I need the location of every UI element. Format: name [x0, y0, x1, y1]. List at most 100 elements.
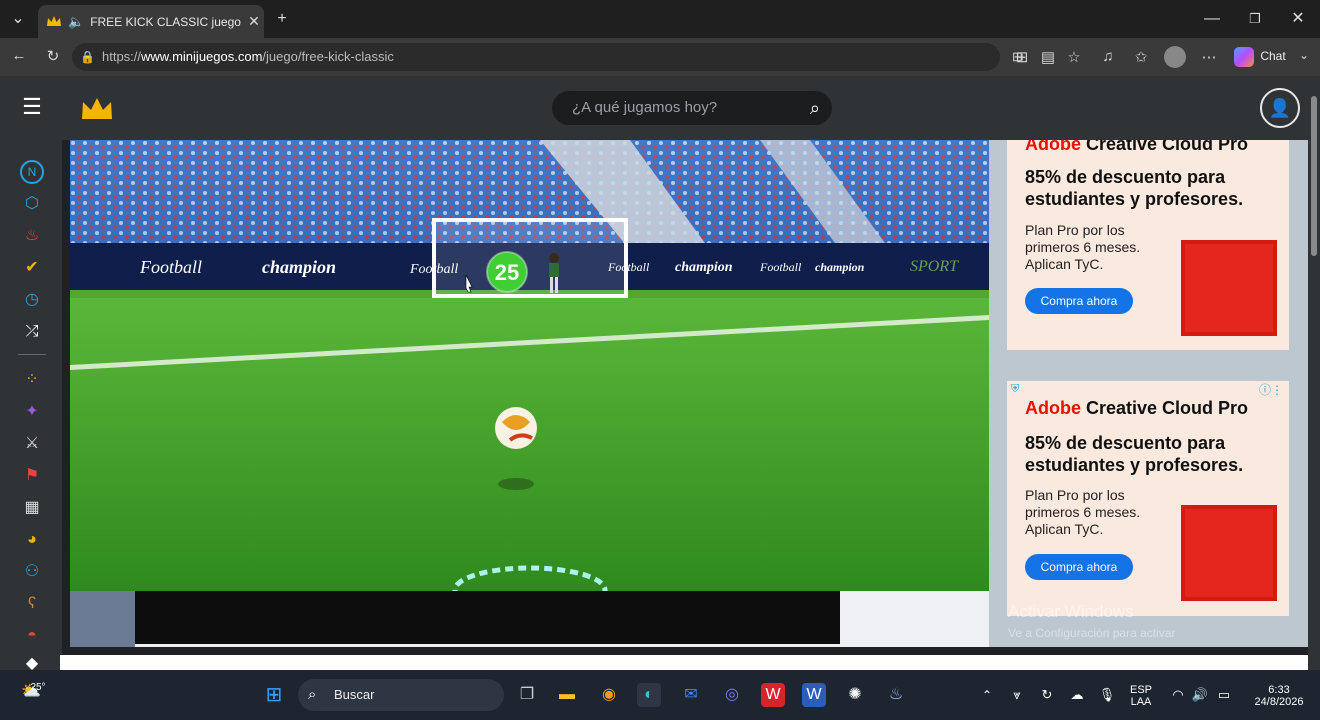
board-champion-1: champion: [262, 257, 336, 277]
back-icon[interactable]: ←: [8, 47, 30, 64]
hexagon-icon[interactable]: ⬡: [20, 192, 44, 216]
ad-1-illustration: [1181, 240, 1277, 336]
site-search-input[interactable]: ¿A qué jugamos hoy? ⌕: [552, 91, 832, 125]
tray-sync-icon[interactable]: ↻: [1035, 683, 1059, 707]
crown-icon: [47, 15, 61, 26]
site-logo-crown-icon[interactable]: [80, 96, 114, 122]
search-placeholder: ¿A qué jugamos hoy?: [572, 99, 718, 116]
tab-title: FREE KICK CLASSIC juego gra: [90, 14, 244, 29]
more-menu-icon[interactable]: ⋯: [1199, 48, 1219, 66]
board-champion-3: champion: [815, 260, 865, 274]
favorites-icon[interactable]: ✩: [1131, 48, 1151, 66]
flame-icon[interactable]: ♨: [20, 224, 44, 248]
ad-shield-icon: ⛨: [1011, 383, 1020, 395]
task-view-icon[interactable]: ❐: [515, 683, 539, 707]
game-canvas[interactable]: Football champion Football Football cham…: [70, 140, 989, 591]
edge-browser-icon[interactable]: ◐: [637, 683, 661, 707]
chat-chevron-icon[interactable]: ⌄: [1296, 48, 1312, 62]
puzzle-icon[interactable]: ✦: [20, 400, 44, 424]
below-game-area: [70, 591, 989, 647]
maximize-icon[interactable]: ❐: [1241, 6, 1269, 32]
ad-2-cta-button[interactable]: Compra ahora: [1025, 554, 1133, 580]
hamburger-menu-icon[interactable]: ☰: [20, 94, 44, 120]
ad-column: Adobe Creative Cloud Pro 85% de descuent…: [989, 140, 1308, 647]
chat-label[interactable]: Chat: [1258, 49, 1288, 63]
tray-chevron-icon[interactable]: ⌃: [975, 683, 999, 707]
profile-avatar[interactable]: [1164, 46, 1186, 68]
steam-icon[interactable]: ♨: [884, 683, 908, 707]
soccer-ball[interactable]: [495, 407, 537, 449]
app-ring-icon[interactable]: ◎: [720, 683, 744, 707]
category-sidebar: N ⬡ ♨ ✔ ◷ ⤮ ⁘ ✦ ⚔ ⚑ ▦ ◕ ⚇ ʕ ◓ ◆: [0, 140, 62, 672]
wps-icon[interactable]: W: [761, 683, 785, 707]
compass-icon[interactable]: ◷: [20, 288, 44, 312]
user-account-icon[interactable]: 👤: [1260, 88, 1300, 128]
volume-icon[interactable]: 🔊: [1188, 683, 1212, 707]
activate-windows-subtitle: Ve a Configuración para activar: [1008, 626, 1176, 640]
page-scrollbar[interactable]: [1308, 76, 1320, 670]
ad-card-1[interactable]: Adobe Creative Cloud Pro 85% de descuent…: [1007, 140, 1289, 350]
reader-icon[interactable]: ▤: [1038, 48, 1058, 66]
tab-close-icon[interactable]: ✕: [244, 13, 264, 30]
taskbar-search[interactable]: ⌕ Buscar: [298, 679, 504, 711]
new-tab-icon[interactable]: +: [268, 6, 296, 32]
window-close-icon[interactable]: ✕: [1284, 6, 1312, 32]
weather-temp: 25°: [30, 682, 46, 693]
start-windows-icon[interactable]: ⊞: [262, 683, 286, 707]
tray-app-icon[interactable]: ⩔: [1005, 683, 1029, 707]
dots-icon[interactable]: ⁘: [20, 368, 44, 392]
ad-info-icon[interactable]: ⓘ⋮: [1259, 381, 1283, 398]
minimize-icon[interactable]: —: [1198, 6, 1226, 32]
favorite-star-icon[interactable]: ☆: [1064, 48, 1084, 66]
url-domain: www.minijuegos.com: [141, 49, 263, 64]
flag-icon[interactable]: ⚑: [20, 464, 44, 488]
file-explorer-icon[interactable]: ▬: [555, 683, 579, 707]
app-orange-icon[interactable]: ◉: [597, 683, 621, 707]
reload-icon[interactable]: ↻: [42, 47, 64, 65]
bear-icon[interactable]: ʕ: [20, 592, 44, 616]
tray-cloud-icon[interactable]: ☁: [1065, 683, 1089, 707]
tab-list-icon[interactable]: ⌄: [4, 6, 32, 32]
language-indicator[interactable]: ESP LAA: [1126, 684, 1156, 708]
word-icon[interactable]: W: [802, 683, 826, 707]
board-sport: SPORT: [910, 258, 959, 275]
media-icon[interactable]: ♫: [1098, 48, 1118, 65]
board-champion-2: champion: [675, 260, 733, 275]
wifi-icon[interactable]: ◠: [1166, 683, 1190, 707]
swords-icon[interactable]: ⚔: [20, 432, 44, 456]
url-field[interactable]: 🔒 https://www.minijuegos.com/juego/free-…: [72, 43, 1023, 71]
messenger-icon[interactable]: ✉: [679, 683, 703, 707]
clock[interactable]: 6:33 24/8/2026: [1244, 684, 1314, 708]
shuffle-icon[interactable]: ⤮: [20, 320, 44, 344]
search-icon[interactable]: ⌕: [810, 91, 820, 125]
sidebar-divider: [18, 354, 46, 355]
people-icon[interactable]: ⚇: [20, 560, 44, 584]
site-header: ☰ ¿A qué jugamos hoy? ⌕ 👤: [0, 76, 1308, 140]
url-prefix: https://: [102, 49, 142, 64]
ad-2-illustration: [1181, 505, 1277, 601]
copilot-icon[interactable]: [1234, 47, 1254, 67]
microphone-icon[interactable]: 🎙: [1095, 683, 1119, 707]
ad-1-cta-button[interactable]: Compra ahora: [1025, 288, 1133, 314]
chatgpt-icon[interactable]: ✺: [843, 683, 867, 707]
clock-date: 24/8/2026: [1254, 696, 1304, 708]
scrollbar-thumb[interactable]: [1311, 96, 1317, 256]
racing-flag-icon[interactable]: ▦: [20, 496, 44, 520]
below-game-left-panel: [70, 591, 135, 647]
speaker-icon[interactable]: 🔈: [68, 14, 84, 30]
pokeball-icon[interactable]: ◓: [20, 624, 44, 648]
ad-1-brand: Adobe Creative Cloud Pro: [1025, 140, 1249, 154]
browser-titlebar: ⌄ 🔈 FREE KICK CLASSIC juego gra ✕ + — ❐ …: [0, 0, 1320, 38]
new-games-icon[interactable]: N: [20, 160, 44, 184]
address-bar-row: ← ↻ 🔒 https://www.minijuegos.com/juego/f…: [0, 38, 1320, 76]
ad-1-headline: 85% de descuento para estudiantes y prof…: [1025, 167, 1244, 209]
site-info-icon[interactable]: 🔒: [80, 43, 95, 71]
game-scene[interactable]: Football champion Football Football cham…: [70, 140, 989, 591]
check-badge-icon[interactable]: ✔: [20, 256, 44, 280]
battery-icon[interactable]: ▭: [1212, 683, 1236, 707]
pacman-icon[interactable]: ◕: [20, 528, 44, 552]
browser-tab[interactable]: 🔈 FREE KICK CLASSIC juego gra ✕: [38, 5, 264, 38]
ad-card-2[interactable]: ⛨ ⓘ⋮ Adobe Creative Cloud Pro 85% de des…: [1007, 381, 1289, 616]
apps-icon[interactable]: ⊞: [1012, 48, 1032, 66]
clock-time: 6:33: [1268, 684, 1290, 696]
